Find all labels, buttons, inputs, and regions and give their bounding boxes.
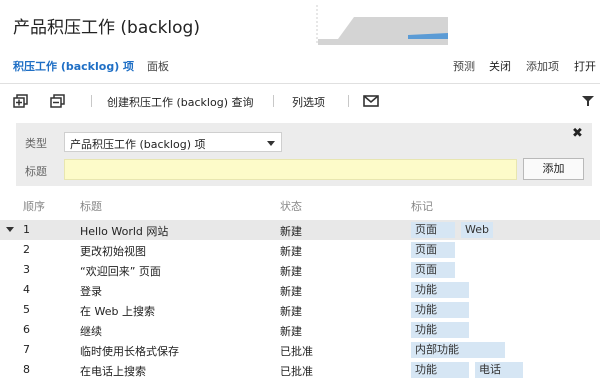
column-header-state[interactable]: 状态 bbox=[280, 198, 302, 214]
row-order: 4 bbox=[23, 283, 30, 296]
row-title: 在电话上搜索 bbox=[80, 365, 146, 378]
type-select[interactable]: 产品积压工作 (backlog) 项 bbox=[64, 132, 282, 152]
row-order: 8 bbox=[23, 363, 30, 376]
close-link[interactable]: 关闭 bbox=[489, 58, 511, 74]
column-options-button[interactable]: 列选项 bbox=[292, 94, 325, 110]
row-order: 5 bbox=[23, 303, 30, 316]
filter-icon[interactable] bbox=[580, 94, 596, 108]
table-row[interactable]: 7 临时使用长格式保存 已批准 内部功能 bbox=[0, 340, 600, 360]
tag-badge[interactable]: 功能 bbox=[411, 302, 469, 318]
chart-area-gray bbox=[318, 17, 448, 45]
toolbar-divider bbox=[91, 95, 92, 107]
table-row[interactable]: 1 Hello World 网站 新建 页面 Web bbox=[0, 220, 600, 240]
table-row[interactable]: 5 在 Web 上搜索 新建 功能 bbox=[0, 300, 600, 320]
collapse-all-icon[interactable] bbox=[50, 94, 66, 108]
toolbar: 创建积压工作 (backlog) 查询 列选项 bbox=[0, 90, 600, 112]
row-order: 2 bbox=[23, 243, 30, 256]
row-order: 1 bbox=[23, 223, 30, 236]
toolbar-divider bbox=[273, 95, 274, 107]
open-link[interactable]: 打开 bbox=[574, 58, 596, 74]
add-item-panel: 类型 产品积压工作 (backlog) 项 ✖ 标题 添加 bbox=[16, 123, 592, 186]
tag-badge[interactable]: 功能 bbox=[411, 282, 469, 298]
add-item-link[interactable]: 添加项 bbox=[526, 58, 559, 74]
type-select-value: 产品积压工作 (backlog) 项 bbox=[70, 138, 206, 151]
row-order: 3 bbox=[23, 263, 30, 276]
row-title: 在 Web 上搜索 bbox=[80, 305, 155, 318]
tag-badge[interactable]: Web bbox=[461, 222, 493, 238]
row-title: 临时使用长格式保存 bbox=[80, 345, 179, 358]
tag-badge[interactable]: 页面 bbox=[411, 262, 455, 278]
title-input[interactable] bbox=[64, 159, 517, 180]
row-state: 新建 bbox=[280, 265, 302, 278]
row-state: 新建 bbox=[280, 285, 302, 298]
title-label: 标题 bbox=[25, 165, 47, 178]
table-row[interactable]: 4 登录 新建 功能 bbox=[0, 280, 600, 300]
row-title: 更改初始视图 bbox=[80, 245, 146, 258]
tag-badge[interactable]: 页面 bbox=[411, 242, 455, 258]
table-row[interactable]: 6 继续 新建 功能 bbox=[0, 320, 600, 340]
forecast-link[interactable]: 预测 bbox=[453, 58, 475, 74]
type-label: 类型 bbox=[25, 137, 47, 150]
tag-badge[interactable]: 功能 bbox=[411, 362, 469, 378]
cumulative-flow-chart[interactable] bbox=[316, 5, 448, 45]
row-state: 新建 bbox=[280, 325, 302, 338]
view-tabs: 积压工作 (backlog) 项 面板 预测 关闭 添加项 打开 bbox=[0, 58, 600, 76]
row-title: 继续 bbox=[80, 325, 102, 338]
page-title: 产品积压工作 (backlog) bbox=[13, 13, 200, 38]
email-icon[interactable] bbox=[363, 94, 379, 108]
tab-backlog-items[interactable]: 积压工作 (backlog) 项 bbox=[13, 58, 134, 74]
tab-board[interactable]: 面板 bbox=[147, 58, 169, 74]
page-title-text: 产品积压工作 (backlog) bbox=[13, 18, 200, 38]
row-order: 6 bbox=[23, 323, 30, 336]
create-query-button[interactable]: 创建积压工作 (backlog) 查询 bbox=[107, 94, 254, 110]
row-state: 新建 bbox=[280, 245, 302, 258]
chevron-down-icon bbox=[267, 141, 275, 146]
tag-badge[interactable]: 功能 bbox=[411, 322, 469, 338]
row-order: 7 bbox=[23, 343, 30, 356]
table-row[interactable]: 8 在电话上搜索 已批准 功能 电话 bbox=[0, 360, 600, 380]
row-title: Hello World 网站 bbox=[80, 225, 169, 238]
toolbar-divider bbox=[348, 95, 349, 107]
column-header-order[interactable]: 顺序 bbox=[23, 198, 45, 214]
row-state: 新建 bbox=[280, 225, 302, 238]
close-icon[interactable]: ✖ bbox=[572, 126, 583, 141]
row-state: 新建 bbox=[280, 305, 302, 318]
row-title: 登录 bbox=[80, 285, 102, 298]
table-header: 顺序 标题 状态 标记 bbox=[0, 198, 600, 214]
tag-badge[interactable]: 内部功能 bbox=[411, 342, 505, 358]
table-row[interactable]: 2 更改初始视图 新建 页面 bbox=[0, 240, 600, 260]
divider bbox=[0, 83, 600, 84]
column-header-tags[interactable]: 标记 bbox=[411, 198, 433, 214]
expand-all-icon[interactable] bbox=[13, 94, 29, 108]
row-selected-indicator-icon bbox=[6, 227, 14, 232]
column-header-title[interactable]: 标题 bbox=[80, 198, 102, 214]
row-state: 已批准 bbox=[280, 365, 313, 378]
row-title: “欢迎回来” 页面 bbox=[80, 265, 161, 278]
table-row[interactable]: 3 “欢迎回来” 页面 新建 页面 bbox=[0, 260, 600, 280]
row-state: 已批准 bbox=[280, 345, 313, 358]
tag-badge[interactable]: 页面 bbox=[411, 222, 455, 238]
add-button[interactable]: 添加 bbox=[523, 158, 584, 180]
tag-badge[interactable]: 电话 bbox=[475, 362, 523, 378]
